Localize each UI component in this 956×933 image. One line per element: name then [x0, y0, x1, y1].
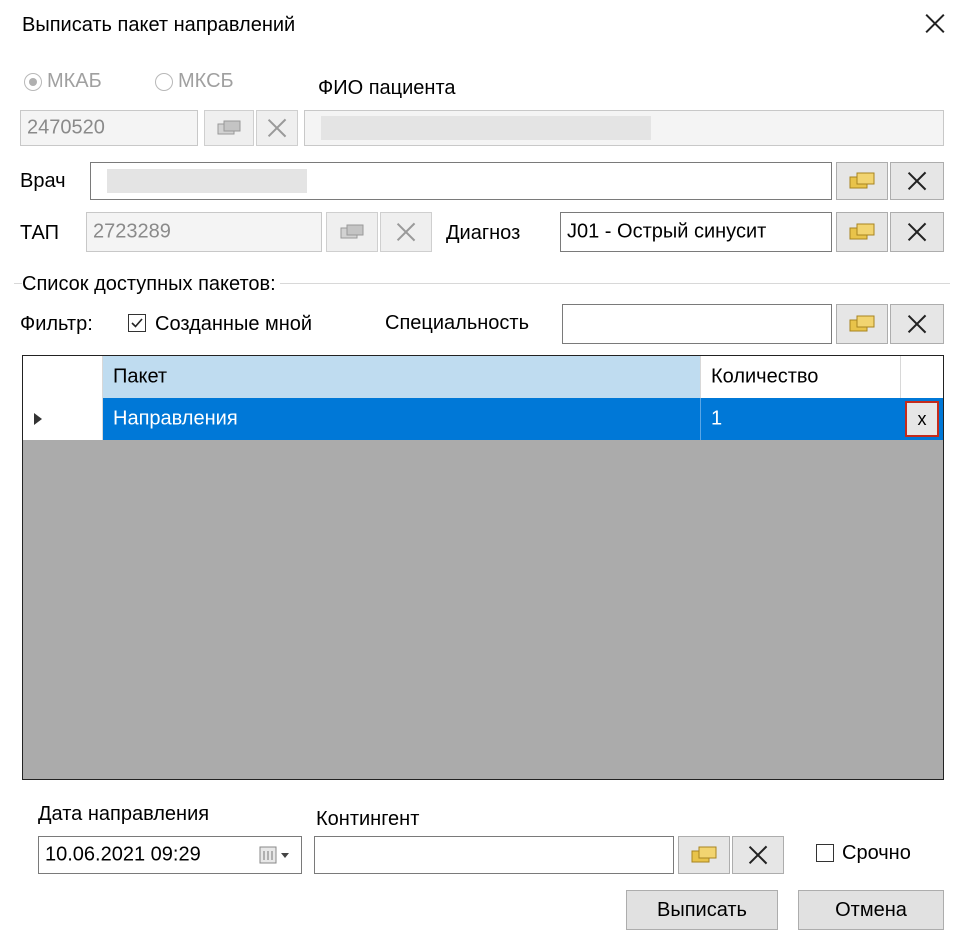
- specialty-clear-button[interactable]: [890, 304, 944, 344]
- card-number-value: 2470520: [27, 116, 105, 139]
- row-header-corner: [23, 356, 103, 398]
- cell-delete: x: [901, 398, 943, 440]
- clear-icon: [906, 221, 928, 243]
- card-select-button[interactable]: [204, 110, 254, 146]
- checkmark-icon: [131, 318, 143, 328]
- radio-mksb-label: МКСБ: [178, 70, 234, 92]
- date-picker[interactable]: 10.06.2021 09:29: [38, 836, 302, 874]
- tap-field[interactable]: 2723289: [86, 212, 322, 252]
- submit-button[interactable]: Выписать: [626, 890, 778, 930]
- contingent-clear-button[interactable]: [732, 836, 784, 874]
- folder-icon: [849, 223, 875, 240]
- folder-icon: [340, 224, 364, 239]
- specialty-field[interactable]: [562, 304, 832, 344]
- contingent-select-button[interactable]: [678, 836, 730, 874]
- fio-label: ФИО пациента: [318, 77, 456, 99]
- redacted-name: [321, 116, 651, 140]
- diagnosis-clear-button[interactable]: [890, 212, 944, 252]
- row-indicator: [23, 398, 103, 440]
- folder-icon: [691, 846, 717, 863]
- created-by-me-label: Созданные мной: [155, 313, 313, 335]
- diagnosis-field[interactable]: J01 - Острый синусит: [560, 212, 832, 252]
- column-header-package[interactable]: Пакет: [103, 356, 701, 398]
- column-header-action: [901, 356, 943, 398]
- cancel-button[interactable]: Отмена: [798, 890, 944, 930]
- filter-label: Фильтр:: [20, 313, 93, 335]
- card-number-field[interactable]: 2470520: [20, 110, 198, 146]
- clear-icon: [395, 221, 417, 243]
- folder-icon: [849, 172, 875, 189]
- delete-row-button[interactable]: x: [905, 401, 939, 437]
- packages-grid: Пакет Количество Направления 1 x: [22, 355, 944, 780]
- urgent-label: Срочно: [842, 842, 911, 864]
- doctor-select-button[interactable]: [836, 162, 888, 200]
- contingent-label: Контингент: [316, 808, 420, 830]
- contingent-field[interactable]: [314, 836, 674, 874]
- radio-mksb[interactable]: [155, 73, 173, 91]
- card-clear-button[interactable]: [256, 110, 298, 146]
- folder-icon: [849, 315, 875, 332]
- doctor-clear-button[interactable]: [890, 162, 944, 200]
- tap-select-button[interactable]: [326, 212, 378, 252]
- clear-icon: [747, 844, 769, 866]
- tap-clear-button[interactable]: [380, 212, 432, 252]
- dialog-title: Выписать пакет направлений: [22, 14, 296, 36]
- clear-icon: [906, 170, 928, 192]
- radio-mkab[interactable]: [24, 73, 42, 91]
- date-label: Дата направления: [38, 803, 210, 825]
- redacted-doctor: [107, 169, 307, 193]
- urgent-checkbox[interactable]: [816, 844, 834, 862]
- tap-value: 2723289: [93, 220, 171, 243]
- diagnosis-select-button[interactable]: [836, 212, 888, 252]
- row-pointer-icon: [34, 413, 42, 425]
- calendar-dropdown-icon: [259, 846, 289, 864]
- grid-header: Пакет Количество: [23, 356, 943, 398]
- patient-name-field[interactable]: [304, 110, 944, 146]
- tap-label: ТАП: [20, 222, 60, 244]
- column-header-count[interactable]: Количество: [701, 356, 901, 398]
- specialty-label: Специальность: [385, 312, 529, 334]
- table-row[interactable]: Направления 1 x: [23, 398, 943, 440]
- close-icon[interactable]: [922, 10, 948, 36]
- cell-package[interactable]: Направления: [103, 398, 701, 440]
- date-value: 10.06.2021 09:29: [45, 843, 201, 866]
- clear-icon: [266, 117, 288, 139]
- doctor-label: Врач: [20, 170, 66, 192]
- radio-mkab-label: МКАБ: [47, 70, 102, 92]
- cell-count[interactable]: 1: [701, 398, 901, 440]
- packages-group-label: Список доступных пакетов:: [22, 273, 280, 296]
- diagnosis-value: J01 - Острый синусит: [567, 220, 767, 243]
- folder-icon: [217, 120, 241, 135]
- clear-icon: [906, 313, 928, 335]
- diagnosis-label: Диагноз: [446, 222, 521, 244]
- created-by-me-checkbox[interactable]: [128, 314, 146, 332]
- doctor-field[interactable]: [90, 162, 832, 200]
- specialty-select-button[interactable]: [836, 304, 888, 344]
